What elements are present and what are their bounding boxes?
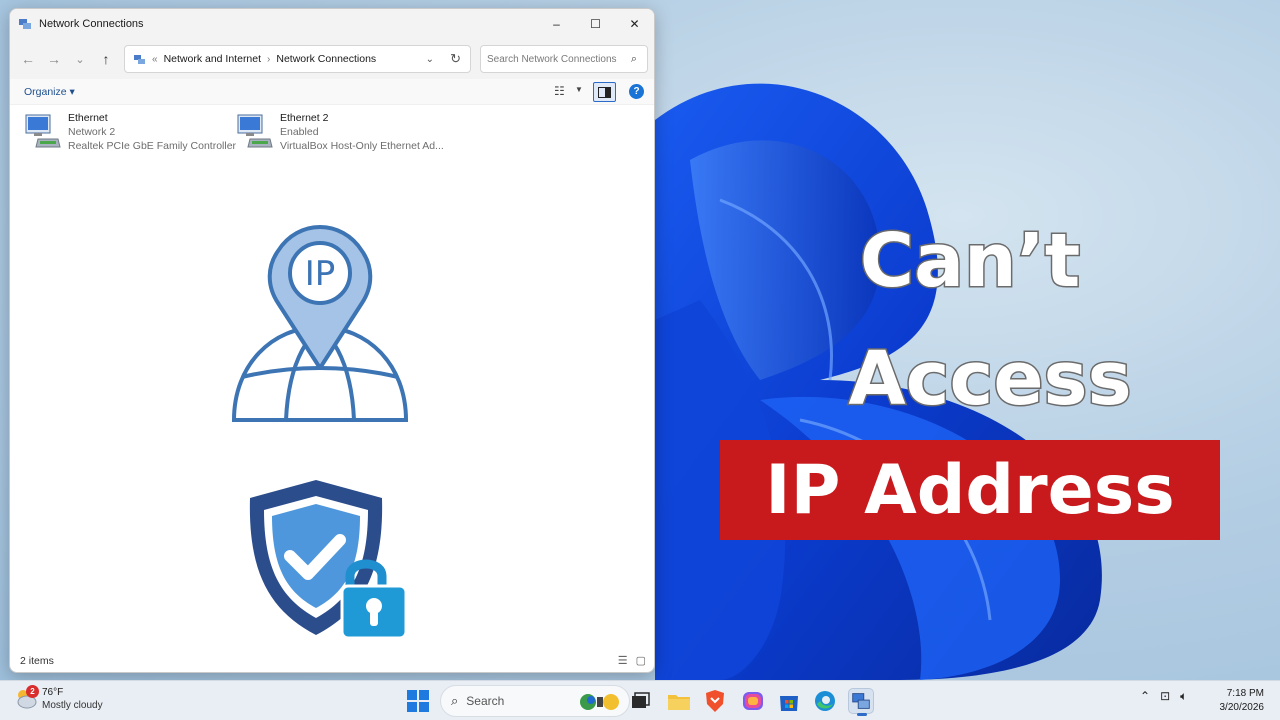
maximize-button[interactable]: ☐ <box>576 9 615 39</box>
ip-badge: IP <box>305 254 336 294</box>
volume-icon[interactable]: 🔈︎ <box>1180 689 1187 704</box>
large-icons-view-icon[interactable]: ▢ <box>636 654 646 667</box>
task-view-icon[interactable] <box>626 688 652 714</box>
search-icon: ⌕ <box>451 693 459 708</box>
headline-line-3: IP Address <box>765 450 1175 530</box>
network-connections-icon <box>19 19 31 29</box>
taskbar-search-label: Search <box>466 694 505 708</box>
item-count: 2 items <box>20 655 54 667</box>
chevron-down-icon[interactable]: ⌄ <box>426 54 434 65</box>
headline-red-banner: IP Address <box>720 440 1220 540</box>
network-connections-taskbar-button[interactable] <box>848 688 874 716</box>
preview-pane-icon <box>598 86 611 98</box>
search-placeholder: Search Network Connections <box>487 53 617 65</box>
view-options-chevron-icon[interactable]: ▼ <box>575 85 583 94</box>
weather-widget[interactable]: 2 76°F Mostly cloudy <box>14 685 103 712</box>
adapter-ethernet[interactable]: Ethernet Network 2 Realtek PCIe GbE Fami… <box>24 111 236 153</box>
adapter-name: Ethernet 2 <box>280 112 329 124</box>
clock[interactable]: 7:18 PM 3/20/2026 <box>1212 687 1265 715</box>
clock-date: 3/20/2026 <box>1219 702 1265 713</box>
title-bar[interactable]: Network Connections – ☐ ✕ <box>10 9 654 39</box>
adapter-ethernet-2[interactable]: Ethernet 2 Enabled VirtualBox Host-Only … <box>236 111 444 153</box>
address-bar[interactable]: « Network and Internet › Network Connect… <box>124 45 471 73</box>
search-icon: ⌕ <box>630 52 637 65</box>
adapter-device: Realtek PCIe GbE Family Controller <box>68 140 237 152</box>
microsoft-store-icon[interactable] <box>776 688 802 714</box>
breadcrumb-overflow[interactable]: « <box>152 54 158 65</box>
recent-locations-button[interactable]: ⌄ <box>67 46 93 72</box>
network-status-icon[interactable]: ⊡ <box>1160 689 1170 704</box>
breadcrumb-network-connections[interactable]: Network Connections <box>276 53 376 65</box>
cloud-sun-icon: 2 <box>14 685 39 710</box>
file-list: Ethernet Network 2 Realtek PCIe GbE Fami… <box>10 105 654 644</box>
brave-browser-icon[interactable] <box>702 688 728 714</box>
show-hidden-icons-chevron-icon[interactable]: ⌃ <box>1140 689 1150 704</box>
copilot-icon[interactable] <box>740 688 766 714</box>
window-title: Network Connections <box>39 18 144 30</box>
close-button[interactable]: ✕ <box>615 9 654 39</box>
minimize-button[interactable]: – <box>537 9 576 39</box>
headline-line-1: Can’t <box>858 217 1081 306</box>
network-adapter-icon <box>237 114 273 148</box>
up-button[interactable]: ↑ <box>93 46 119 72</box>
network-connections-icon <box>852 693 870 709</box>
active-app-indicator <box>857 713 867 716</box>
organize-button[interactable]: Organize ▾ <box>24 86 75 98</box>
adapter-status: Network 2 <box>68 126 116 138</box>
system-tray: ⌃ ⊡ 🔈︎ <box>1140 689 1187 704</box>
weather-condition: Mostly cloudy <box>42 700 103 711</box>
weather-temperature: 76°F <box>42 687 64 698</box>
back-button[interactable]: ← <box>15 46 41 72</box>
edge-browser-icon[interactable] <box>812 688 838 714</box>
forward-button[interactable]: → <box>41 46 67 72</box>
headline-line-2: Access <box>847 335 1133 424</box>
file-explorer-icon[interactable] <box>666 688 692 714</box>
network-adapter-icon <box>25 114 61 148</box>
refresh-icon[interactable]: ↻ <box>450 51 461 67</box>
taskbar: 2 76°F Mostly cloudy ⌕ Search ⌃ ⊡ 🔈︎ 7:1… <box>0 680 1280 720</box>
command-bar: Organize ▾ ☷ ▼ ? <box>10 79 654 105</box>
adapter-name: Ethernet <box>68 112 108 124</box>
navigation-bar: ← → ⌄ ↑ « Network and Internet › Network… <box>10 39 654 79</box>
change-view-icon[interactable]: ☷ <box>554 84 565 98</box>
help-icon[interactable]: ? <box>629 84 644 99</box>
search-input[interactable]: Search Network Connections ⌕ <box>480 45 648 73</box>
windows-start-icon[interactable] <box>407 690 429 712</box>
details-view-icon[interactable]: ☰ <box>618 654 628 667</box>
notification-badge: 2 <box>26 685 39 698</box>
status-bar: 2 items ☰ ▢ <box>10 650 654 672</box>
preview-pane-button[interactable] <box>593 82 616 102</box>
breadcrumb-network-and-internet[interactable]: Network and Internet <box>164 53 261 65</box>
network-folder-icon <box>134 54 145 64</box>
adapter-status: Enabled <box>280 126 319 138</box>
security-shield-lock-icon <box>249 480 408 640</box>
clock-time: 7:18 PM <box>1226 688 1264 699</box>
adapter-device: VirtualBox Host-Only Ethernet Ad... <box>280 140 444 152</box>
search-highlight-icon <box>580 694 619 710</box>
breadcrumb-separator[interactable]: › <box>267 54 270 65</box>
taskbar-search[interactable]: ⌕ Search <box>440 685 630 717</box>
ip-location-pin-icon: IP <box>232 225 408 422</box>
network-connections-window: Network Connections – ☐ ✕ ← → ⌄ ↑ « Netw… <box>9 8 655 673</box>
